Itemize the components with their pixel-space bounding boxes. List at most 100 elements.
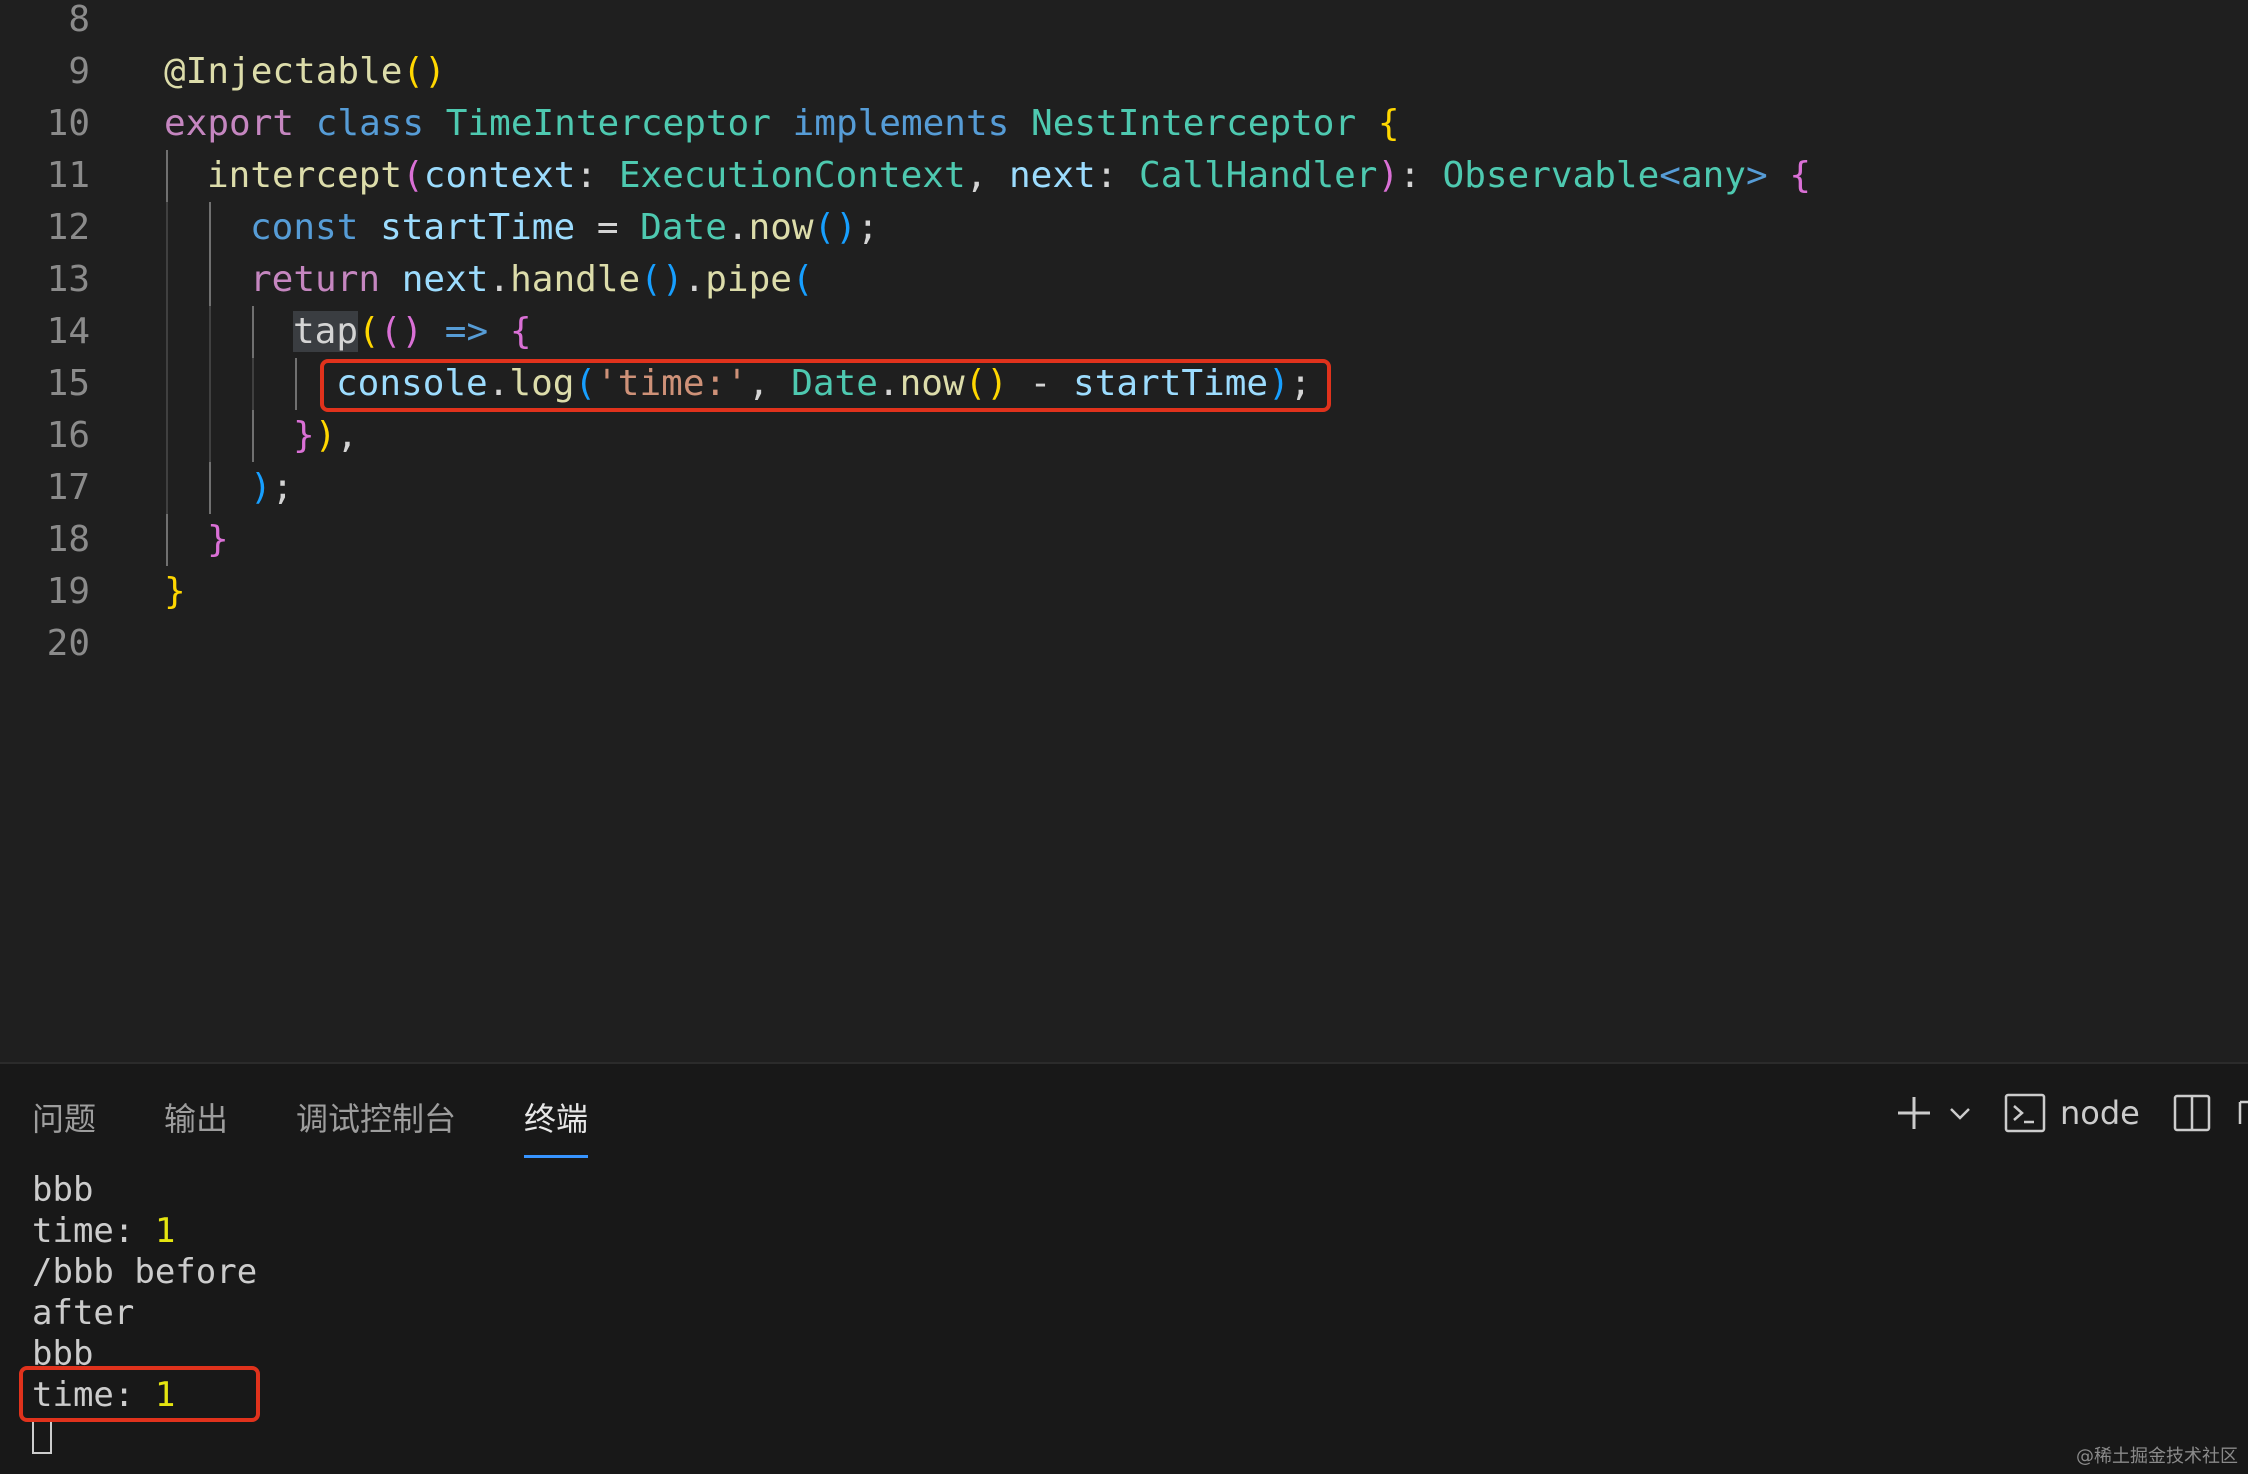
tab-2[interactable]: 调试控制台	[296, 1094, 456, 1144]
terminal-dropdown-button[interactable]	[1944, 1085, 1976, 1141]
code-token: NestInterceptor	[1031, 103, 1357, 144]
code-token: {	[509, 311, 532, 352]
code-token: {	[1377, 103, 1400, 144]
terminal-text: /bbb before	[32, 1252, 258, 1292]
code-token: (	[791, 259, 814, 300]
code-token: :	[1399, 155, 1443, 196]
terminal-text: time:	[32, 1211, 155, 1251]
code-text: intercept(context: ExecutionContext, nex…	[207, 150, 1811, 202]
code-token: tap	[293, 311, 359, 352]
code-text: tap(() => {	[293, 306, 532, 358]
split-terminal-button[interactable]	[2170, 1085, 2214, 1141]
code-line: 14 tap(() => {	[0, 306, 2248, 358]
plus-icon	[1898, 1097, 1930, 1129]
tab-0[interactable]: 问题	[32, 1094, 96, 1144]
code-line: 19}	[0, 566, 2248, 618]
code-token: class	[315, 103, 425, 144]
line-number: 8	[68, 0, 90, 40]
indent-guide	[209, 462, 211, 514]
code-text: }	[164, 566, 186, 618]
terminal-line: after	[32, 1293, 134, 1334]
code-token: )	[1377, 155, 1400, 196]
code-text: return next.handle().pipe(	[250, 254, 814, 306]
code-token: ()	[813, 207, 857, 248]
trash-icon	[2238, 1100, 2248, 1124]
code-token: =	[575, 207, 641, 248]
code-line: 18}	[0, 514, 2248, 566]
terminal-line: time: 1	[32, 1211, 175, 1252]
code-token: .	[726, 207, 749, 248]
terminal-text: after	[32, 1293, 135, 1333]
code-token: }	[164, 571, 186, 612]
code-token: export	[164, 103, 295, 144]
code-token: :	[1095, 155, 1140, 196]
code-token: .	[683, 259, 706, 300]
indent-guide	[209, 306, 211, 358]
tab-label: 调试控制台	[296, 1100, 457, 1138]
code-token: ;	[271, 467, 294, 508]
line-number: 12	[46, 207, 90, 248]
terminal-number: 1	[154, 1211, 176, 1251]
code-token: >	[1745, 155, 1790, 196]
indent-guide	[209, 410, 211, 462]
indent-guide	[209, 358, 211, 410]
code-line: 12 const startTime = Date.now();	[0, 202, 2248, 254]
code-token: :	[575, 155, 619, 196]
code-token: intercept	[207, 155, 403, 196]
line-number: 19	[46, 571, 90, 612]
code-token: handle	[510, 259, 641, 300]
code-editor[interactable]: 8 9 @Injectable() 10 export class TimeInterc…	[0, 0, 2248, 1062]
indent-guide	[252, 358, 254, 410]
terminal-selector[interactable]: node	[2004, 1085, 2140, 1141]
tab-3[interactable]: 终端	[524, 1094, 589, 1158]
code-token: (	[358, 311, 380, 352]
line-number: 18	[46, 519, 90, 560]
code-text: @Injectable()	[164, 46, 446, 98]
code-token: TimeInterceptor	[445, 103, 771, 144]
code-line: 8	[0, 0, 2248, 46]
split-icon	[2173, 1094, 2211, 1132]
indent-guide	[209, 202, 211, 254]
indent-guide	[166, 358, 168, 410]
tab-1[interactable]: 输出	[164, 1094, 228, 1144]
code-token: CallHandler	[1139, 155, 1378, 196]
code-token: next	[1008, 155, 1096, 196]
indent-guide	[209, 254, 211, 306]
code-token: now	[748, 207, 814, 248]
code-token: <	[1659, 155, 1681, 196]
indent-guide	[166, 202, 168, 254]
code-token: (	[402, 155, 424, 196]
new-terminal-button[interactable]	[1892, 1085, 1936, 1141]
code-token: ()	[402, 51, 446, 92]
code-token: context	[423, 155, 576, 196]
code-token: startTime	[380, 207, 576, 248]
indent-guide	[295, 358, 297, 410]
code-line: 11 intercept(context: ExecutionContext, n…	[0, 150, 2248, 202]
line-number: 17	[46, 467, 90, 508]
indent-guide	[252, 410, 254, 462]
code-line: 9 @Injectable()	[0, 46, 2248, 98]
more-actions-button[interactable]	[2236, 1085, 2248, 1141]
code-token: )	[314, 415, 337, 456]
code-token: next	[401, 259, 489, 300]
indent-guide	[166, 410, 168, 462]
code-token: Date	[640, 207, 727, 248]
code-token: {	[1789, 155, 1812, 196]
tab-label: 输出	[164, 1100, 229, 1138]
code-line: 17);	[0, 462, 2248, 514]
terminal-line: /bbb before	[32, 1252, 257, 1293]
chevron-down-icon	[1950, 1108, 1970, 1120]
tab-label: 问题	[32, 1100, 97, 1138]
line-number: 9	[68, 51, 90, 92]
code-token: .	[488, 259, 511, 300]
code-token: Observable	[1442, 155, 1660, 196]
line-number: 13	[46, 259, 90, 300]
code-token: ExecutionContext	[618, 155, 966, 196]
terminal-line: bbb	[32, 1170, 93, 1211]
active-tab-indicator	[524, 1155, 589, 1158]
